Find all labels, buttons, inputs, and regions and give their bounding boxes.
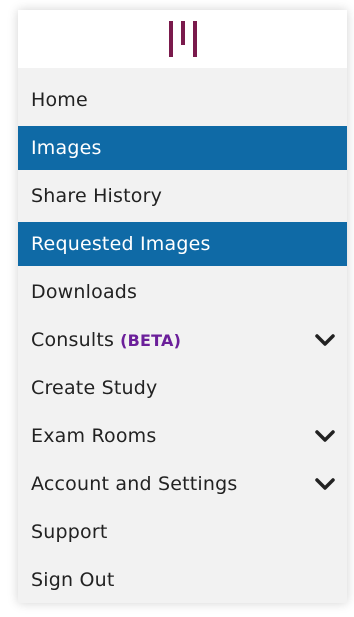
triple-bar-logo-icon (166, 19, 200, 59)
menu-item-label: Support (31, 521, 108, 543)
menu-item-label: Consults (31, 329, 115, 351)
menu-item-label: Requested Images (31, 233, 211, 255)
menu-item-requested-images[interactable]: Requested Images (18, 222, 347, 266)
logo-header (18, 10, 347, 68)
menu-item-support[interactable]: Support (18, 510, 347, 554)
menu-item-label: Images (31, 137, 102, 159)
menu-item-downloads[interactable]: Downloads (18, 270, 347, 314)
menu-item-label: Account and Settings (31, 473, 238, 495)
chevron-down-icon[interactable] (315, 333, 335, 347)
navigation-drawer: Home Images Share History Requested Imag… (18, 10, 347, 603)
menu-item-label: Home (31, 89, 88, 111)
menu-item-home[interactable]: Home (18, 78, 347, 122)
menu-item-sign-out[interactable]: Sign Out (18, 558, 347, 602)
menu-item-label: Downloads (31, 281, 138, 303)
chevron-down-icon[interactable] (315, 429, 335, 443)
app-window: Home Images Share History Requested Imag… (0, 0, 354, 617)
menu-item-consults[interactable]: Consults (BETA) (18, 318, 347, 362)
menu-item-label: Sign Out (31, 569, 115, 591)
menu-item-label: Exam Rooms (31, 425, 157, 447)
chevron-down-icon[interactable] (315, 477, 335, 491)
sidebar-menu: Home Images Share History Requested Imag… (18, 78, 347, 606)
menu-item-images[interactable]: Images (18, 126, 347, 170)
menu-item-label: Create Study (31, 377, 158, 399)
menu-item-exam-rooms[interactable]: Exam Rooms (18, 414, 347, 458)
menu-item-label: Share History (31, 185, 163, 207)
menu-item-account-settings[interactable]: Account and Settings (18, 462, 347, 506)
menu-item-create-study[interactable]: Create Study (18, 366, 347, 410)
menu-item-share-history[interactable]: Share History (18, 174, 347, 218)
beta-badge: (BETA) (120, 330, 182, 350)
